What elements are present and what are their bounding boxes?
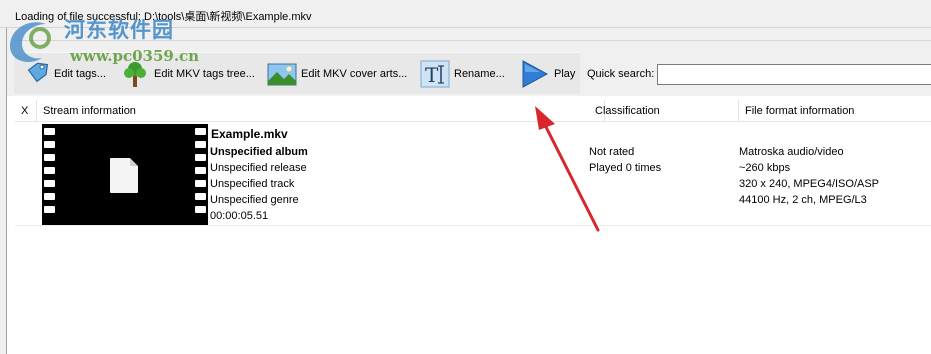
status-bar: Loading of file successful: D:\tools\桌面\… [0, 0, 931, 28]
rating: Not rated [589, 146, 635, 158]
film-sprocket [44, 167, 55, 174]
svg-text:T: T [425, 63, 439, 87]
rename-button[interactable]: T Rename... [420, 59, 505, 89]
toolbar: Edit tags... Edit MKV tags tree... Edit … [14, 52, 580, 94]
container-format: Matroska audio/video [739, 146, 844, 158]
album-name: Unspecified album [210, 146, 308, 158]
film-sprocket [195, 206, 206, 213]
release-name: Unspecified release [210, 162, 307, 174]
film-sprocket [44, 206, 55, 213]
video-format: 320 x 240, MPEG4/ISO/ASP [739, 178, 880, 190]
edit-tags-button[interactable]: Edit tags... [20, 59, 106, 89]
film-sprocket [195, 180, 206, 187]
grid-header: X Stream information Classification File… [15, 100, 931, 122]
film-sprocket [195, 167, 206, 174]
file-icon [110, 158, 138, 193]
duration: 00:00:05.51 [210, 210, 269, 222]
film-sprocket [44, 180, 55, 187]
tag-icon [20, 59, 50, 89]
film-sprocket [195, 154, 206, 161]
quick-search-label: Quick search: [587, 68, 655, 80]
left-panel-edge [0, 28, 7, 354]
tree-icon [120, 59, 150, 89]
genre-name: Unspecified genre [210, 194, 299, 206]
table-row[interactable]: Example.mkv Unspecified album Unspecifie… [15, 122, 931, 226]
status-message: Loading of file successful: D:\tools\桌面\… [15, 11, 312, 23]
landscape-icon [267, 59, 297, 89]
quick-search-input[interactable] [657, 64, 931, 85]
play-count: Played 0 times [589, 162, 662, 174]
film-sprocket [195, 141, 206, 148]
play-icon [520, 59, 550, 89]
track-name: Unspecified track [210, 178, 295, 190]
film-sprocket [44, 128, 55, 135]
edit-mkv-cover-arts-label: Edit MKV cover arts... [301, 68, 408, 80]
video-thumbnail [42, 124, 208, 225]
edit-mkv-tags-tree-button[interactable]: Edit MKV tags tree... [120, 59, 255, 89]
bitrate: ~260 kbps [739, 162, 791, 174]
film-sprocket [195, 128, 206, 135]
edit-mkv-cover-arts-button[interactable]: Edit MKV cover arts... [267, 59, 407, 89]
edit-mkv-tags-tree-label: Edit MKV tags tree... [154, 68, 255, 80]
edit-tags-label: Edit tags... [54, 68, 106, 80]
column-header-stream-information[interactable]: Stream information [37, 100, 605, 122]
audio-format: 44100 Hz, 2 ch, MPEG/L3 [739, 194, 867, 206]
column-header-x[interactable]: X [15, 100, 37, 122]
rename-label: Rename... [454, 68, 505, 80]
file-name: Example.mkv [211, 127, 288, 141]
column-header-classification[interactable]: Classification [589, 100, 739, 122]
film-sprocket [44, 154, 55, 161]
play-label: Play [554, 68, 576, 80]
rename-icon: T [420, 59, 450, 89]
toolbar-divider [14, 40, 931, 41]
film-sprocket [44, 141, 55, 148]
film-sprocket [44, 193, 55, 200]
column-header-file-format-information[interactable]: File format information [739, 100, 931, 122]
play-button[interactable]: Play [520, 59, 575, 89]
film-sprocket [195, 193, 206, 200]
